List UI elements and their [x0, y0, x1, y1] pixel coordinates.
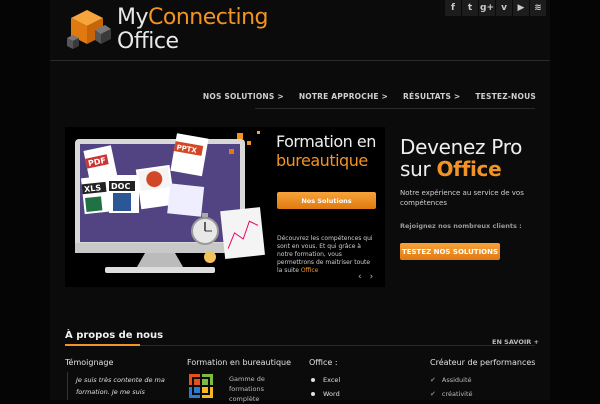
office-illustration: PDF PPTX XLS DOC	[75, 131, 265, 273]
xls-doc-label: XLS	[84, 183, 102, 194]
nav-notre-approche[interactable]: NOTRE APPROCHE >	[299, 92, 388, 101]
prev-arrow-icon[interactable]: ‹	[358, 272, 362, 282]
google-plus-icon[interactable]: g+	[479, 0, 496, 16]
quote-bar	[67, 372, 68, 400]
testimony-title: Témoignage	[65, 358, 114, 367]
slide-title: Formation en bureautique	[276, 132, 376, 170]
rss-icon[interactable]: ≋	[530, 0, 547, 16]
formation-title: Formation en bureautique	[187, 358, 292, 367]
hero-title-office: Office	[436, 157, 502, 181]
office-list: Excel Word	[309, 373, 340, 401]
social-links: f t g+ v ▶ ≋	[445, 0, 547, 16]
slider-arrows: ‹ ›	[358, 272, 373, 282]
youtube-icon[interactable]: ▶	[513, 0, 530, 16]
office-logo-icon	[189, 374, 213, 398]
about-underline	[65, 344, 140, 346]
doc-doc-label: DOC	[111, 182, 130, 191]
bullet-icon	[311, 378, 315, 382]
testez-solutions-button[interactable]: TESTEZ NOS SOLUTIONS	[400, 243, 500, 260]
logo-office: Office	[117, 29, 179, 54]
list-item: ✔ créativité	[430, 387, 473, 401]
nav-divider	[255, 108, 535, 109]
list-item-label: Assiduité	[441, 376, 472, 384]
performance-list: ✔ Assiduité ✔ créativité	[430, 373, 473, 401]
logo-text: MyConnecting Office	[117, 5, 269, 54]
testimony-text: Je suis très contente de ma formation. J…	[76, 376, 165, 396]
nos-solutions-button[interactable]: Nos Solutions	[277, 192, 376, 209]
checkmark-icon: ✔	[430, 390, 436, 398]
next-arrow-icon[interactable]: ›	[370, 272, 374, 282]
site-logo[interactable]: MyConnecting Office	[65, 6, 285, 56]
performance-title: Créateur de performances	[430, 358, 536, 367]
cube-logo-icon	[67, 10, 111, 49]
slide-title-line1: Formation en	[276, 132, 376, 151]
bullet-icon	[311, 392, 315, 396]
list-item-label: Excel	[323, 376, 341, 384]
list-item: ✔ Assiduité	[430, 373, 473, 387]
hero-join-text: Rejoignez nos nombreux clients :	[400, 222, 522, 230]
logo-connecting: Connecting	[148, 5, 269, 30]
header-divider	[50, 60, 550, 61]
nav-testez-nous[interactable]: TESTEZ-NOUS	[475, 92, 536, 101]
list-item-label: créativité	[441, 390, 473, 398]
logo-my: My	[117, 5, 149, 30]
about-title: À propos de nous	[65, 330, 164, 341]
slide-description: Découvrez les compétences qui sont en vo…	[277, 235, 377, 275]
hero-title: Devenez Pro sur Office	[400, 136, 522, 180]
checkmark-icon: ✔	[430, 376, 436, 384]
about-divider	[140, 345, 535, 346]
list-item[interactable]: Excel	[309, 373, 340, 387]
nav-resultats[interactable]: RÉSULTATS >	[403, 92, 460, 101]
slide-desc-text: Découvrez les compétences qui sont en vo…	[277, 235, 373, 274]
office-list-title: Office :	[309, 358, 338, 367]
nav-nos-solutions[interactable]: NOS SOLUTIONS >	[203, 92, 284, 101]
twitter-icon[interactable]: t	[462, 0, 479, 16]
hero-title-line1: Devenez Pro	[400, 135, 523, 159]
facebook-icon[interactable]: f	[445, 0, 462, 16]
en-savoir-plus-link[interactable]: EN SAVOIR +	[492, 338, 539, 346]
slide-title-line2: bureautique	[276, 151, 368, 170]
slide-desc-office: Office	[300, 267, 319, 274]
hero-subtitle: Notre expérience au service de vos compé…	[400, 189, 524, 207]
main-nav: NOS SOLUTIONS > NOTRE APPROCHE > RÉSULTA…	[203, 92, 536, 101]
vimeo-icon[interactable]: v	[496, 0, 513, 16]
list-item-label: Word	[323, 390, 340, 398]
hero-slider: PDF PPTX XLS DOC Formation en bureautiqu…	[65, 127, 385, 287]
hero-title-sur: sur	[400, 157, 431, 181]
list-item[interactable]: Word	[309, 387, 340, 401]
